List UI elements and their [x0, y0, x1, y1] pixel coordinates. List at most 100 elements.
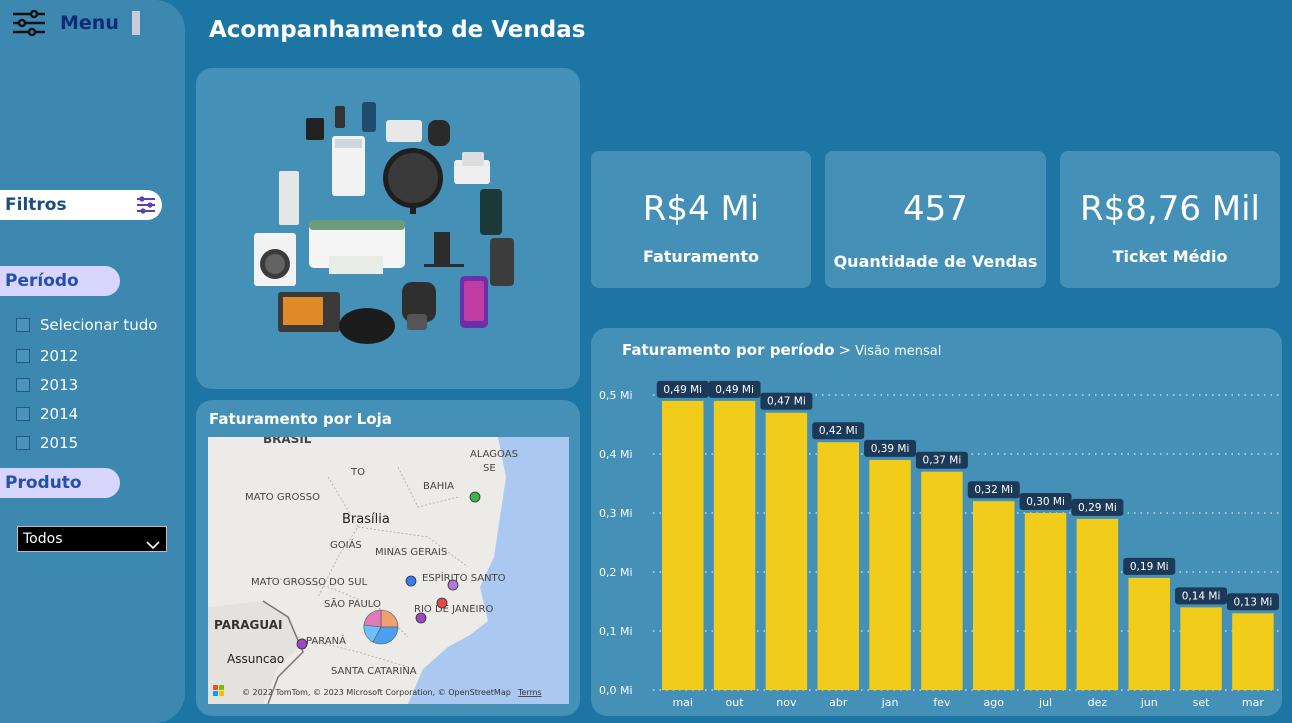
checkbox[interactable] — [16, 378, 30, 392]
kpi-label: Quantidade de Vendas — [833, 252, 1038, 271]
x-tick-label: fev — [933, 696, 951, 709]
checkbox[interactable] — [16, 436, 30, 450]
map-label: ALAGOAS — [470, 449, 518, 460]
bar[interactable] — [1128, 577, 1170, 690]
kpi-card-ticket-medio: R$8,76 Mil Ticket Médio — [1060, 151, 1280, 288]
bar[interactable] — [1232, 613, 1274, 690]
store-pie-marker[interactable] — [363, 609, 399, 645]
produto-header: Produto — [0, 468, 120, 498]
map-title: Faturamento por Loja — [209, 410, 392, 428]
y-tick-label: 0,4 Mi — [599, 448, 633, 461]
bar[interactable] — [765, 412, 808, 690]
bar[interactable] — [817, 442, 859, 690]
kpi-card-faturamento: R$4 Mi Faturamento — [591, 151, 811, 288]
data-label: 0,47 Mi — [767, 396, 806, 408]
appliances-illustration — [254, 102, 514, 344]
filters-header[interactable]: Filtros — [0, 190, 162, 220]
map-label: SE — [483, 463, 496, 474]
store-marker[interactable] — [469, 491, 481, 503]
x-tick-label: jun — [1140, 696, 1158, 709]
checkbox[interactable] — [16, 407, 30, 421]
periodo-option-label: 2012 — [40, 347, 79, 365]
data-label: 0,30 Mi — [1026, 496, 1065, 508]
bar[interactable] — [1076, 518, 1119, 690]
y-tick-label: 0,5 Mi — [599, 389, 633, 402]
page-title: Acompanhamento de Vendas — [209, 17, 586, 43]
bar[interactable] — [713, 400, 756, 690]
chart-title-row: Faturamento por período > Visão mensal — [622, 341, 941, 359]
map-label: TO — [350, 467, 365, 478]
store-marker[interactable] — [436, 597, 448, 609]
data-label: 0,49 Mi — [715, 384, 754, 396]
store-marker[interactable] — [447, 579, 459, 591]
data-label: 0,29 Mi — [1078, 502, 1117, 514]
periodo-option-select-all[interactable]: Selecionar tudo — [16, 315, 157, 335]
data-label: 0,19 Mi — [1130, 561, 1169, 573]
data-label: 0,14 Mi — [1182, 590, 1221, 602]
checkbox[interactable] — [16, 349, 30, 363]
x-tick-label: set — [1193, 696, 1210, 709]
periodo-option-2012[interactable]: 2012 — [16, 346, 78, 366]
map-label: PARAGUAI — [214, 618, 282, 632]
map-attribution: © 2022 TomTom, © 2023 Microsoft Corporat… — [242, 688, 511, 697]
kpi-value: 457 — [903, 189, 968, 229]
map-label: GOIÁS — [330, 538, 362, 551]
produto-selected-value: Todos — [23, 531, 63, 547]
bar[interactable] — [869, 459, 911, 690]
store-marker[interactable] — [415, 612, 427, 624]
data-label: 0,42 Mi — [819, 425, 858, 437]
map-canvas: BRASIL ALAGOAS SE TO BAHIA MATO GROSSO B… — [208, 437, 569, 704]
map-terms-link[interactable]: Terms — [517, 688, 542, 697]
periodo-option-2014[interactable]: 2014 — [16, 404, 78, 424]
chart-title: Faturamento por período — [622, 341, 835, 359]
map-label: Brasília — [342, 512, 390, 527]
periodo-option-2015[interactable]: 2015 — [16, 433, 78, 453]
data-label: 0,32 Mi — [974, 484, 1013, 496]
y-tick-label: 0,3 Mi — [599, 507, 633, 520]
kpi-value: R$8,76 Mil — [1080, 189, 1260, 229]
map-label: MINAS GERAIS — [375, 547, 447, 558]
x-tick-label: mai — [672, 696, 693, 709]
store-marker[interactable] — [296, 638, 308, 650]
checkbox[interactable] — [16, 318, 30, 332]
x-tick-label: nov — [776, 696, 797, 709]
sidebar: Menu Filtros Período Selecionar tudo 201… — [0, 0, 185, 723]
bar[interactable] — [973, 501, 1015, 690]
menu-divider — [132, 11, 140, 35]
map-label: BRASIL — [263, 437, 312, 446]
bar[interactable] — [662, 400, 704, 690]
bar[interactable] — [1180, 607, 1222, 690]
periodo-option-label: Selecionar tudo — [40, 316, 158, 334]
map-label: BAHIA — [423, 481, 454, 492]
bar[interactable] — [1024, 513, 1067, 690]
store-marker[interactable] — [405, 575, 417, 587]
map-label: MATO GROSSO DO SUL — [251, 577, 368, 588]
periodo-option-label: 2014 — [40, 405, 79, 423]
map-label: ESPÍRITO SANTO — [422, 571, 506, 584]
periodo-option-label: 2013 — [40, 376, 79, 394]
chart-subtitle: Visão mensal — [855, 344, 942, 359]
map-label: MATO GROSSO — [245, 492, 320, 503]
produto-dropdown[interactable]: Todos — [17, 526, 167, 552]
periodo-option-2013[interactable]: 2013 — [16, 375, 78, 395]
data-label: 0,49 Mi — [663, 384, 702, 396]
products-image-panel — [196, 68, 580, 389]
x-tick-label: jul — [1038, 696, 1052, 709]
bar[interactable] — [921, 471, 963, 690]
menu-sliders-icon[interactable] — [12, 9, 46, 40]
chevron-down-icon — [146, 534, 160, 558]
map-label: RIO DE JANEIRO — [414, 604, 493, 615]
menu-label[interactable]: Menu — [60, 12, 119, 34]
data-label: 0,13 Mi — [1234, 596, 1273, 608]
filter-sliders-icon — [136, 195, 156, 225]
x-tick-label: dez — [1088, 696, 1108, 709]
revenue-bar-chart[interactable]: 0,0 Mi 0,1 Mi 0,2 Mi 0,3 Mi 0,4 Mi 0,5 Mi 0,49… — [591, 328, 1282, 716]
store-map[interactable]: BRASIL ALAGOAS SE TO BAHIA MATO GROSSO B… — [208, 437, 569, 704]
kpi-value: R$4 Mi — [642, 189, 760, 229]
x-tick-label: jan — [881, 696, 899, 709]
x-tick-label: ago — [984, 696, 1005, 709]
map-label: SANTA CATARINA — [331, 666, 417, 677]
data-label: 0,37 Mi — [923, 455, 962, 467]
periodo-option-label: 2015 — [40, 434, 79, 452]
x-tick-label: out — [726, 696, 745, 709]
